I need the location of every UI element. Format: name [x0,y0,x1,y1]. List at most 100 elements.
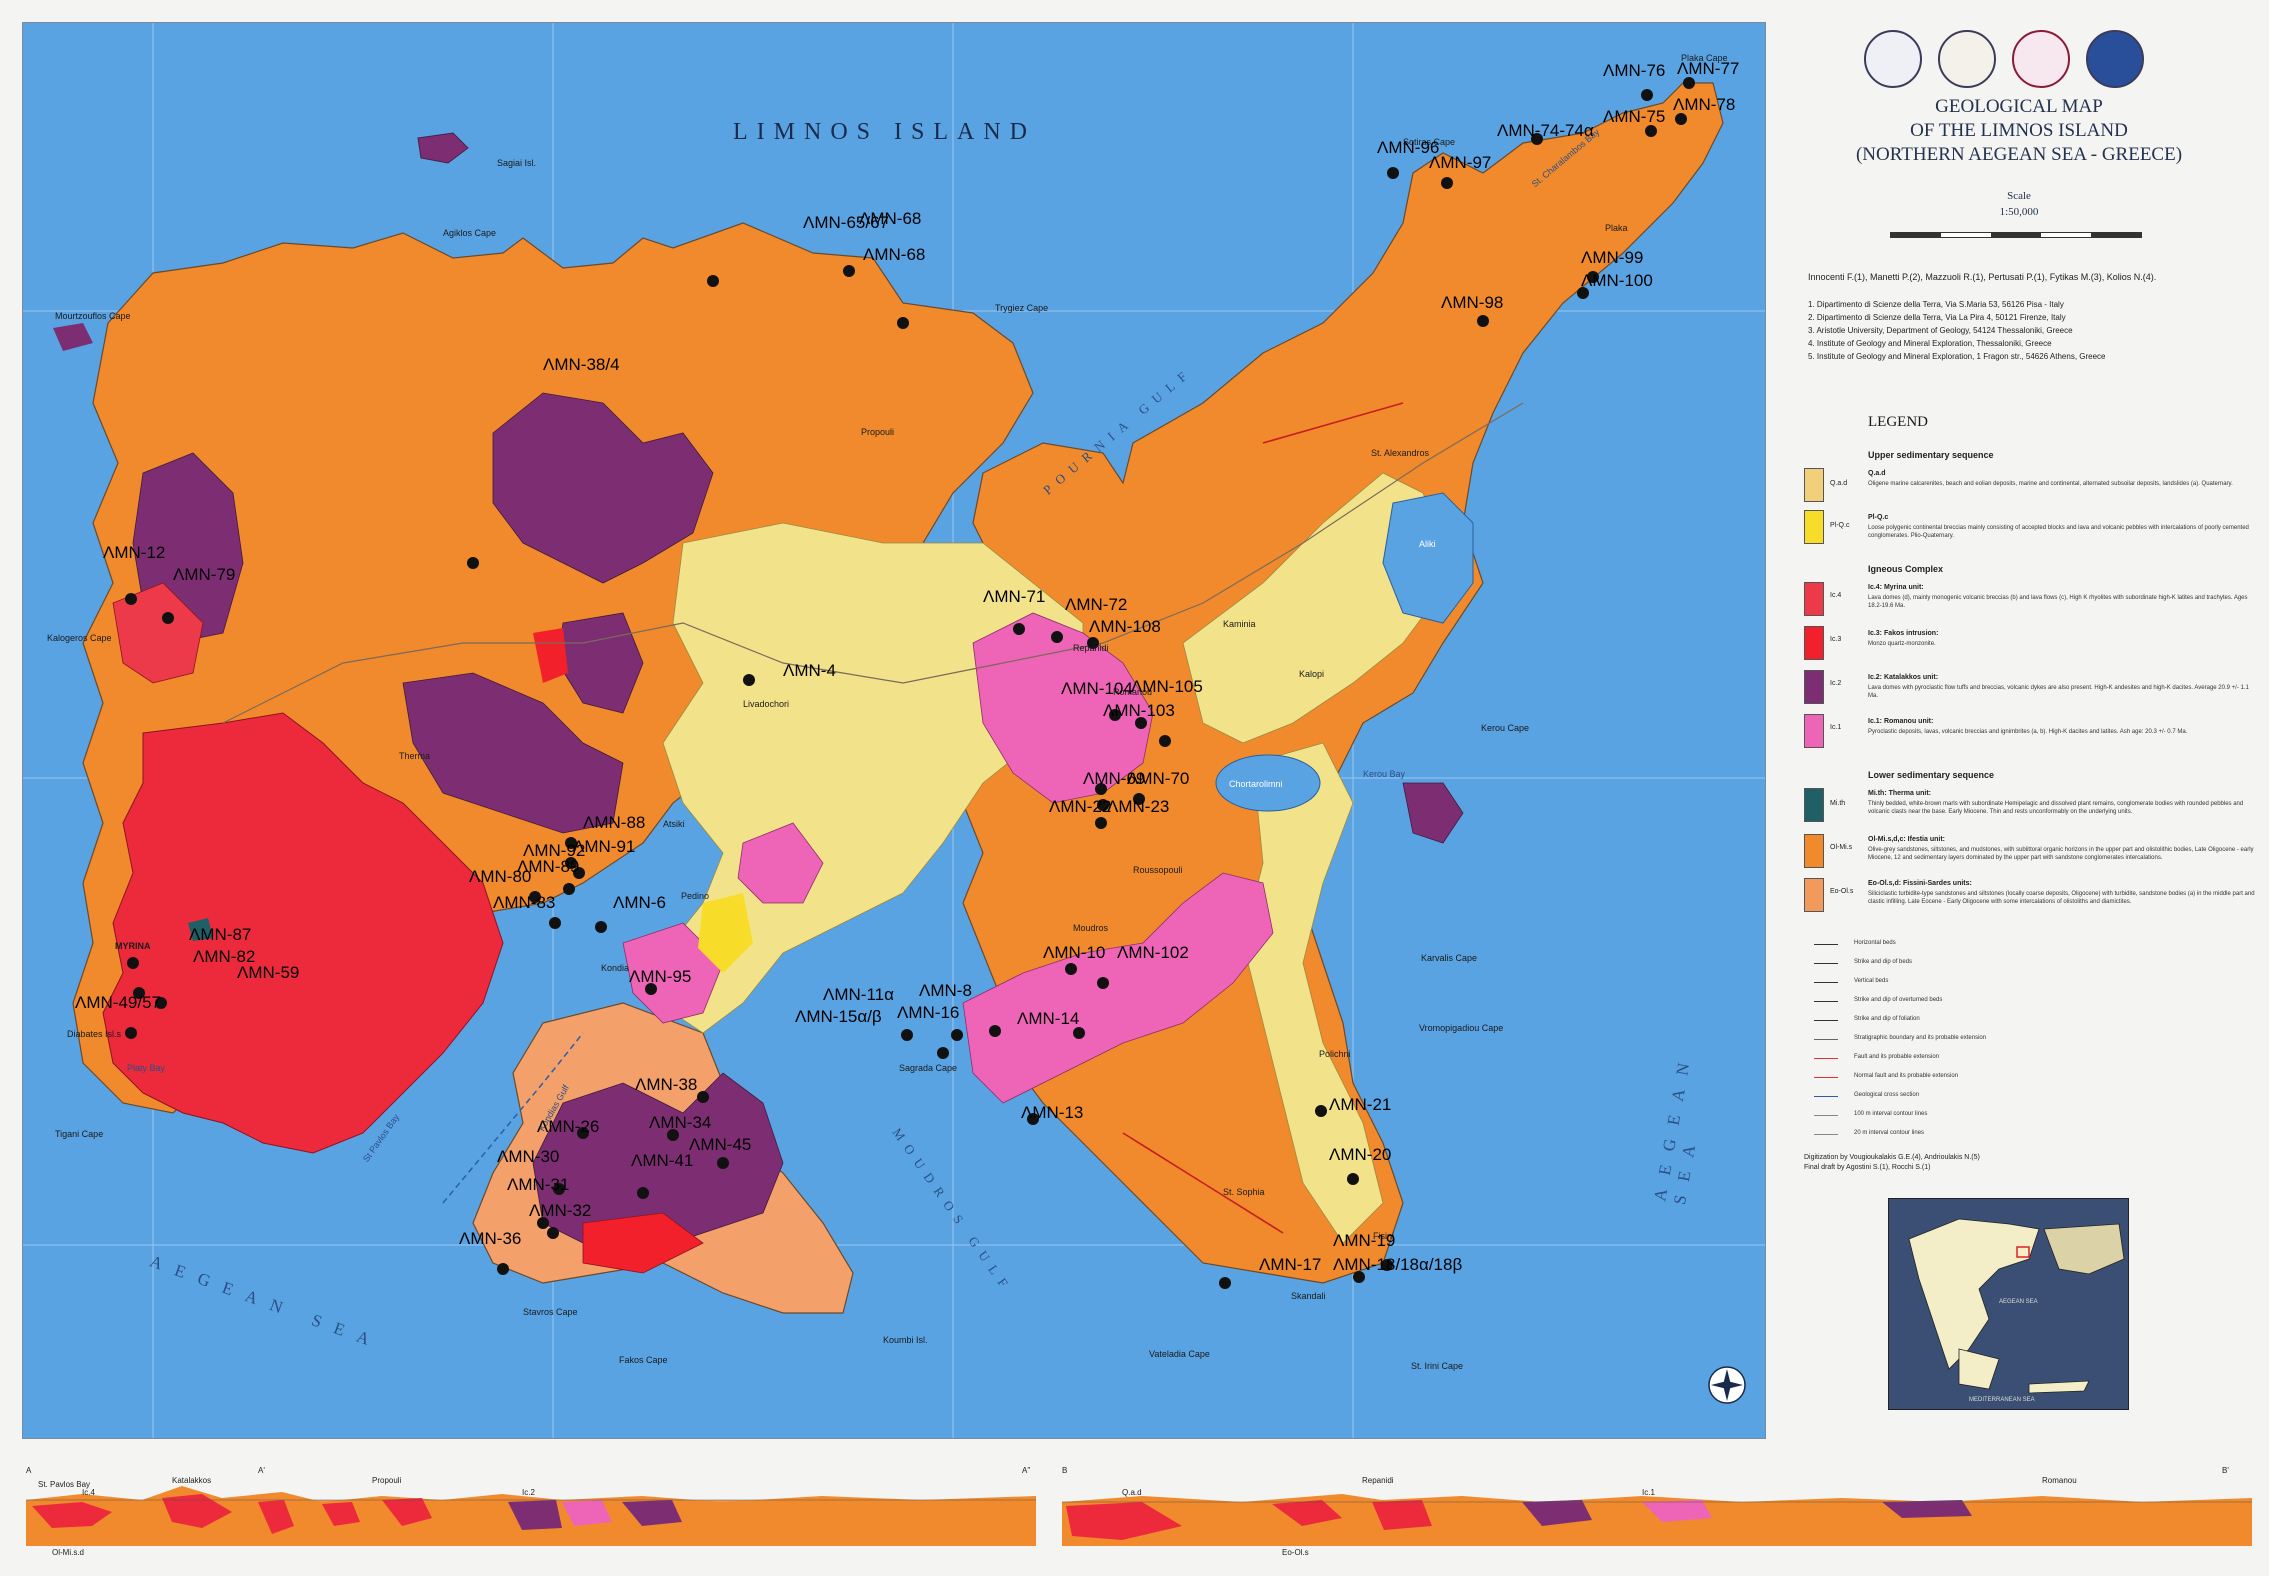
sample-label: ΛMN-41 [631,1151,694,1170]
legend-description: Lava domes (d), mainly monogenic volcani… [1868,595,2248,609]
sample-point[interactable] [951,1029,963,1041]
sample-point[interactable] [549,917,561,929]
sample-label: ΛMN-11α [823,985,894,1004]
line-symbol-label: 20 m interval contour lines [1854,1130,1925,1136]
inset-aegean-label: AEGEAN SEA [1999,1299,2038,1305]
sample-point[interactable] [467,557,479,569]
panel-title: GEOLOGICAL MAP [1935,96,2103,117]
sample-point[interactable] [637,1187,649,1199]
sample-label: ΛMN-77 [1677,59,1740,78]
line-symbol [1814,1020,1838,1021]
line-symbol [1814,1039,1838,1040]
geological-map[interactable]: LIMNOS ISLAND AEGEAN SEA AEGEAN SEA POUR… [22,22,1766,1439]
sample-point[interactable] [127,957,139,969]
sample-point[interactable] [1051,631,1063,643]
sample-point[interactable] [697,1091,709,1103]
compass-rose [1708,1366,1746,1404]
sample-label: ΛMN-100 [1581,271,1653,290]
legend-title: LEGEND [1868,414,1928,430]
sample-label: ΛMN-31 [507,1175,570,1194]
sample-point[interactable] [1219,1277,1231,1289]
sample-point[interactable] [989,1025,1001,1037]
sample-point[interactable] [1315,1105,1327,1117]
legend-unit-name: Q.a.d [1868,470,1886,477]
line-symbol-label: Stratigraphic boundary and its probable … [1854,1035,1987,1041]
legend-code: Ic.4 [1830,592,1842,599]
legend-description: Thinly bedded, white-brown marls with su… [1868,801,2244,815]
sample-point[interactable] [717,1157,729,1169]
sample-point[interactable] [547,1227,559,1239]
place-label: Plaka [1605,223,1628,233]
legend-description: Oligene marine calcarenites, beach and e… [1868,481,2233,487]
sample-point[interactable] [1013,623,1025,635]
place-label: Repanidi [1073,643,1109,653]
place-label: Kalopi [1299,669,1325,679]
affiliation-text: 4. Institute of Geology and Mineral Expl… [1808,339,2052,348]
line-symbol-label: 100 m interval contour lines [1854,1111,1928,1117]
sample-label: ΛMN-22 [1049,797,1112,816]
place-label: Chortarolimni [1229,779,1283,789]
sample-point[interactable] [595,921,607,933]
line-symbol [1814,963,1838,964]
sample-label: ΛMN-21 [1329,1095,1392,1114]
sample-label: ΛMN-74-74α [1497,121,1594,140]
legend-description: Olive-grey sandstones, siltstones, and m… [1868,847,2254,861]
place-label: Kerou Bay [1363,769,1406,779]
sample-point[interactable] [1097,977,1109,989]
sample-point[interactable] [937,1047,949,1059]
line-symbol [1814,1096,1838,1097]
legend-swatch [1804,626,1824,660]
line-symbol [1814,1134,1838,1135]
final-draft-credit: Final draft by Agostini S.(1), Rocchi S.… [1804,1164,1931,1171]
legend-swatch [1804,582,1824,616]
geological-cross-sections: A A' A'' B B' St. Pavlos Bay Katalakkos … [22,1456,2258,1566]
sample-label: ΛMN-71 [983,587,1046,606]
sample-label: ΛMN-98 [1441,293,1504,312]
sample-label: ΛMN-80 [469,867,532,886]
sample-point[interactable] [1441,177,1453,189]
sample-point[interactable] [1477,315,1489,327]
sample-point[interactable] [162,612,174,624]
sample-point[interactable] [743,674,755,686]
sample-point[interactable] [1159,735,1171,747]
sample-point[interactable] [563,883,575,895]
place-label: Skandali [1291,1291,1326,1301]
legend-section-heading: Upper sedimentary sequence [1868,450,1994,460]
sample-label: ΛMN-18/18α/18β [1333,1255,1463,1274]
legend-code: Ol-Mi.s [1830,844,1853,851]
place-label: St. Sophia [1223,1187,1265,1197]
sample-label: ΛMN-26 [537,1117,600,1136]
sample-label: ΛMN-12 [103,543,166,562]
sample-point[interactable] [897,317,909,329]
sample-point[interactable] [707,275,719,287]
sample-point[interactable] [125,593,137,605]
legend-code: Q.a.d [1830,480,1848,487]
legend-code: Mi.th [1830,800,1846,807]
sample-point[interactable] [497,1263,509,1275]
place-label: Aliki [1419,539,1436,549]
place-label: Roussopouli [1133,865,1183,875]
sample-point[interactable] [1347,1173,1359,1185]
cross-section-b [1062,1494,2252,1546]
line-symbol-label: Vertical beds [1854,978,1889,984]
legend-description: Loose polygenic continental breccias mai… [1868,525,2249,539]
igme-seal-icon [2086,30,2144,88]
affiliation-text: 1. Dipartimento di Scienze della Terra, … [1808,300,2064,309]
place-label: Atsiki [663,819,685,829]
legend-swatch [1804,714,1824,748]
place-label: Propouli [861,427,895,437]
sample-point[interactable] [1095,817,1107,829]
line-symbol-label: Fault and its probable extension [1854,1054,1940,1060]
section-unit-label: Eo-Ol.s [1282,1548,1309,1557]
legend-code: Eo-Ol.s [1830,888,1854,895]
sample-label: ΛMN-108 [1089,617,1161,636]
sample-point[interactable] [125,1027,137,1039]
sample-point[interactable] [1065,963,1077,975]
sample-label: ΛMN-87 [189,925,252,944]
legend-swatch [1804,468,1824,502]
sample-point[interactable] [1387,167,1399,179]
section-endpoint: B [1062,1466,1068,1475]
sample-point[interactable] [1641,89,1653,101]
sample-point[interactable] [901,1029,913,1041]
sample-point[interactable] [843,265,855,277]
